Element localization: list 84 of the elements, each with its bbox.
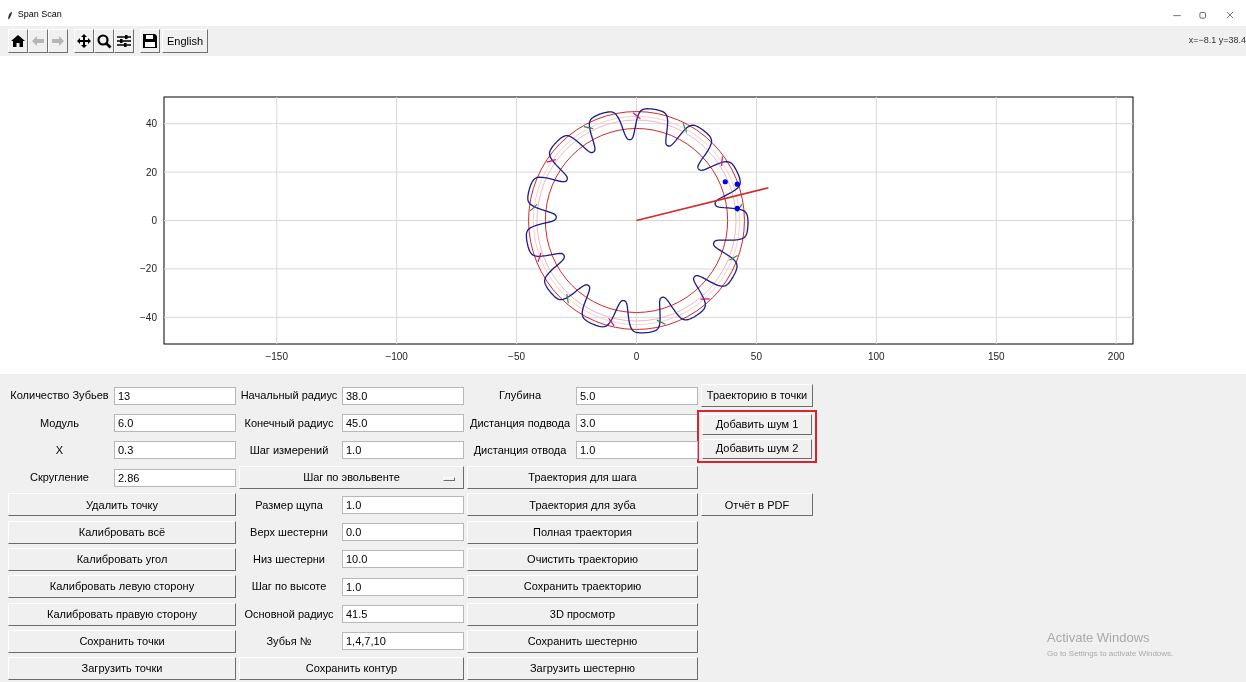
activation-notice-title: Activate Windows <box>1047 629 1151 647</box>
save-button[interactable] <box>140 29 160 53</box>
action-button[interactable]: Траекторию в точки <box>701 384 813 408</box>
window-title: Span Scan <box>17 8 62 22</box>
field-label: Верх шестерни <box>250 524 328 540</box>
field-label: Дистанция отвода <box>473 443 567 458</box>
input-field[interactable]: 5.0 <box>576 386 698 405</box>
action-button[interactable]: Сохранить траекторию <box>467 575 698 599</box>
action-button[interactable]: Траектория для зуба <box>467 493 698 517</box>
y-tick-label: 0 <box>151 215 157 226</box>
field-label: Зубья № <box>266 634 312 650</box>
input-field[interactable]: 3.0 <box>576 413 698 432</box>
action-button[interactable]: Калибровать всё <box>8 520 236 544</box>
input-field[interactable]: 1.0 <box>342 441 464 460</box>
action-button[interactable]: Калибровать левую сторону <box>8 575 236 599</box>
action-button[interactable]: Калибровать угол <box>8 547 236 571</box>
action-button[interactable]: Удалить точку <box>8 493 236 517</box>
field-label: Низ шестерни <box>253 552 325 568</box>
restore-icon <box>1198 10 1208 20</box>
input-field[interactable]: 10.0 <box>342 550 464 569</box>
action-button[interactable]: Добавить шум 1 <box>702 414 812 435</box>
action-button[interactable]: Калибровать правую сторону <box>8 602 236 626</box>
home-button[interactable] <box>8 29 28 53</box>
action-button[interactable]: Добавить шум 2 <box>702 438 812 459</box>
field-label: Дистанция подвода <box>469 415 570 431</box>
field-label: Основной радиус <box>244 606 334 622</box>
x-tick-label: −150 <box>265 351 288 362</box>
x-tick-label: 50 <box>750 351 762 362</box>
action-button[interactable]: Траектория для шага <box>467 466 698 490</box>
field-label: X <box>55 443 64 458</box>
pan-button[interactable] <box>74 29 94 53</box>
input-field[interactable]: 13 <box>114 386 236 405</box>
action-button[interactable]: Загрузить шестерню <box>467 657 698 681</box>
action-button[interactable]: Очистить траекторию <box>467 547 698 571</box>
field-label: Количество Зубьев <box>10 388 109 404</box>
dropdown[interactable]: Шаг по эвольвенте <box>239 466 464 490</box>
cursor-coordinates: x=−8.1 y=38.4 <box>1188 34 1246 48</box>
x-tick-label: 0 <box>633 351 640 362</box>
input-field[interactable]: 41.5 <box>342 605 464 623</box>
feather-icon <box>6 9 15 21</box>
input-field[interactable]: 38.0 <box>342 386 464 405</box>
input-field[interactable]: 0.3 <box>114 441 236 460</box>
y-tick-label: −40 <box>140 311 157 323</box>
field-label: Скругление <box>30 470 89 486</box>
input-field[interactable]: 1.0 <box>342 577 464 596</box>
x-tick-label: 150 <box>987 351 1005 362</box>
action-button[interactable]: Сохранить шестерню <box>467 629 698 653</box>
field-label: Шаг измерений <box>249 443 329 458</box>
action-button[interactable]: Сохранить контур <box>239 657 464 681</box>
action-button[interactable]: Сохранить точки <box>8 629 236 653</box>
input-field[interactable]: 6.0 <box>114 413 236 432</box>
field-label: Шаг по высоте <box>251 579 327 595</box>
sliders-icon <box>116 33 132 49</box>
field-label: Глубина <box>499 388 541 404</box>
field-label: Конечный радиус <box>244 415 334 431</box>
x-tick-label: 200 <box>1107 351 1125 362</box>
close-icon <box>1224 10 1235 20</box>
action-button[interactable]: Загрузить точки <box>8 657 236 681</box>
y-tick-label: −20 <box>140 263 157 275</box>
input-field[interactable]: 1.0 <box>342 495 464 514</box>
y-tick-label: 40 <box>145 118 157 130</box>
input-field[interactable]: 45.0 <box>342 413 464 432</box>
dropdown-indicator-icon <box>443 477 455 482</box>
language-button[interactable]: English <box>162 29 209 53</box>
input-field[interactable]: 1.0 <box>576 441 698 460</box>
action-button[interactable]: 3D просмотр <box>467 602 698 626</box>
x-tick-label: −50 <box>508 351 526 362</box>
field-label: Начальный радиус <box>240 388 338 404</box>
field-label: Размер щупа <box>255 497 323 513</box>
move-arrows-icon <box>76 33 92 49</box>
x-tick-label: 100 <box>868 351 885 362</box>
x-tick-label: −100 <box>385 351 408 362</box>
home-icon <box>10 33 26 49</box>
zoom-button[interactable] <box>94 29 114 53</box>
field-label: Модуль <box>40 415 79 431</box>
configure-button[interactable] <box>114 29 134 53</box>
input-field[interactable]: 2.86 <box>114 468 236 487</box>
y-tick-label: 20 <box>145 166 157 178</box>
input-field[interactable]: 1,4,7,10 <box>342 632 464 651</box>
search-icon <box>96 33 112 49</box>
input-field[interactable]: 0.0 <box>342 523 464 542</box>
action-button[interactable]: Отчёт в PDF <box>701 493 813 517</box>
action-button[interactable]: Полная траектория <box>467 520 698 544</box>
forward-arrow-icon <box>50 33 66 49</box>
